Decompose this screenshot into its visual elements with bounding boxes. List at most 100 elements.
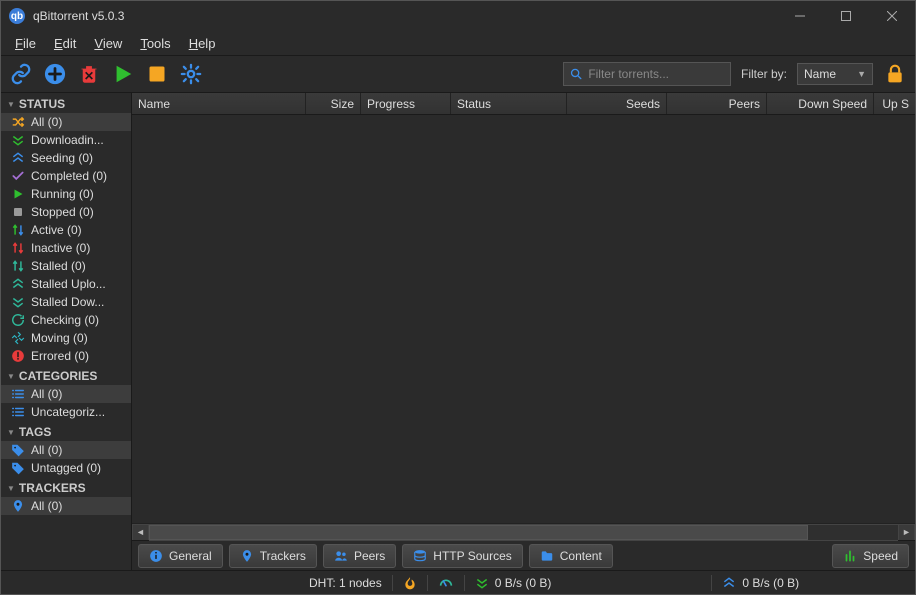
fire-icon	[403, 575, 417, 591]
scroll-thumb[interactable]	[149, 525, 808, 540]
sidebar-item-stalled-down[interactable]: Stalled Dow...	[1, 293, 131, 311]
tab-peers[interactable]: Peers	[323, 544, 396, 568]
scroll-right-icon[interactable]: ►	[898, 524, 915, 541]
detail-tabs: General Trackers Peers HTTP Sources Cont…	[132, 540, 915, 570]
sidebar-item-completed[interactable]: Completed (0)	[1, 167, 131, 185]
sidebar-item-all[interactable]: All (0)	[1, 113, 131, 131]
plus-circle-icon	[44, 63, 66, 85]
sidebar: ▼STATUS All (0) Downloadin... Seeding (0…	[1, 93, 132, 570]
folder-icon	[540, 549, 554, 563]
status-upload[interactable]: 0 B/s (0 B)	[722, 576, 799, 590]
speedometer-icon	[438, 575, 454, 591]
sidebar-item-stalled-up[interactable]: Stalled Uplo...	[1, 275, 131, 293]
close-icon	[887, 11, 897, 21]
app-icon: qb	[9, 8, 25, 24]
tab-speed[interactable]: Speed	[832, 544, 909, 568]
menu-help[interactable]: Help	[181, 34, 224, 53]
sidebar-item-stopped[interactable]: Stopped (0)	[1, 203, 131, 221]
moving-icon	[11, 331, 25, 345]
close-button[interactable]	[869, 1, 915, 31]
sidebar-item-tag-all[interactable]: All (0)	[1, 441, 131, 459]
database-icon	[413, 549, 427, 563]
sidebar-item-inactive[interactable]: Inactive (0)	[1, 239, 131, 257]
collapse-icon: ▼	[7, 484, 15, 493]
column-status[interactable]: Status	[451, 93, 567, 114]
sidebar-item-tag-untagged[interactable]: Untagged (0)	[1, 459, 131, 477]
status-bar: DHT: 1 nodes 0 B/s (0 B) 0 B/s (0 B)	[1, 570, 915, 594]
list-icon	[11, 387, 25, 401]
collapse-icon: ▼	[7, 372, 15, 381]
tab-content[interactable]: Content	[529, 544, 613, 568]
chart-icon	[843, 549, 857, 563]
filter-select[interactable]: Name ▼	[797, 63, 873, 85]
column-down-speed[interactable]: Down Speed	[767, 93, 874, 114]
lock-button[interactable]	[883, 62, 907, 86]
stalled-up-icon	[11, 277, 25, 291]
sidebar-item-running[interactable]: Running (0)	[1, 185, 131, 203]
add-torrent-button[interactable]	[43, 62, 67, 86]
play-icon	[112, 63, 134, 85]
sidebar-item-stalled[interactable]: Stalled (0)	[1, 257, 131, 275]
minimize-button[interactable]	[777, 1, 823, 31]
scroll-track[interactable]	[149, 524, 898, 541]
column-peers[interactable]: Peers	[667, 93, 767, 114]
stalled-down-icon	[11, 295, 25, 309]
titlebar: qb qBittorrent v5.0.3	[1, 1, 915, 31]
delete-button[interactable]	[77, 62, 101, 86]
stop-small-icon	[12, 206, 24, 218]
sidebar-item-errored[interactable]: Errored (0)	[1, 347, 131, 365]
column-seeds[interactable]: Seeds	[567, 93, 667, 114]
column-size[interactable]: Size	[306, 93, 361, 114]
maximize-button[interactable]	[823, 1, 869, 31]
menu-file[interactable]: File	[7, 34, 44, 53]
sidebar-item-active[interactable]: Active (0)	[1, 221, 131, 239]
users-icon	[334, 549, 348, 563]
menu-tools[interactable]: Tools	[132, 34, 178, 53]
sidebar-item-tracker-all[interactable]: All (0)	[1, 497, 131, 515]
play-small-icon	[12, 188, 24, 200]
stop-icon	[147, 64, 167, 84]
horizontal-scrollbar[interactable]: ◄ ►	[132, 523, 915, 540]
status-dht[interactable]: DHT: 1 nodes	[309, 576, 382, 590]
status-alt-speed[interactable]	[438, 575, 454, 591]
link-icon	[10, 63, 32, 85]
categories-header[interactable]: ▼CATEGORIES	[1, 365, 131, 385]
trackers-header[interactable]: ▼TRACKERS	[1, 477, 131, 497]
list-icon	[11, 405, 25, 419]
menu-edit[interactable]: Edit	[46, 34, 84, 53]
tag-icon	[11, 461, 25, 475]
sidebar-item-cat-uncat[interactable]: Uncategoriz...	[1, 403, 131, 421]
pin-icon	[240, 549, 254, 563]
content-area: Name Size Progress Status Seeds Peers Do…	[132, 93, 915, 570]
sidebar-item-checking[interactable]: Checking (0)	[1, 311, 131, 329]
tab-general[interactable]: General	[138, 544, 223, 568]
filter-search[interactable]	[563, 62, 731, 86]
tab-trackers[interactable]: Trackers	[229, 544, 317, 568]
collapse-icon: ▼	[7, 428, 15, 437]
tags-header[interactable]: ▼TAGS	[1, 421, 131, 441]
column-progress[interactable]: Progress	[361, 93, 451, 114]
sidebar-item-cat-all[interactable]: All (0)	[1, 385, 131, 403]
menu-bar: File Edit View Tools Help	[1, 31, 915, 55]
sidebar-item-moving[interactable]: Moving (0)	[1, 329, 131, 347]
resume-button[interactable]	[111, 62, 135, 86]
scroll-left-icon[interactable]: ◄	[132, 524, 149, 541]
tab-http-sources[interactable]: HTTP Sources	[402, 544, 522, 568]
checking-icon	[11, 313, 25, 327]
status-download[interactable]: 0 B/s (0 B)	[475, 576, 552, 590]
settings-button[interactable]	[179, 62, 203, 86]
menu-view[interactable]: View	[86, 34, 130, 53]
collapse-icon: ▼	[7, 100, 15, 109]
column-up-speed[interactable]: Up S	[874, 93, 915, 114]
pause-button[interactable]	[145, 62, 169, 86]
status-firewall[interactable]	[403, 575, 417, 591]
add-link-button[interactable]	[9, 62, 33, 86]
download-icon	[11, 133, 25, 147]
filter-input[interactable]	[588, 67, 724, 81]
column-name[interactable]: Name	[132, 93, 306, 114]
filter-select-value: Name	[804, 67, 836, 81]
sidebar-item-downloading[interactable]: Downloadin...	[1, 131, 131, 149]
check-icon	[11, 169, 25, 183]
status-header[interactable]: ▼STATUS	[1, 93, 131, 113]
sidebar-item-seeding[interactable]: Seeding (0)	[1, 149, 131, 167]
